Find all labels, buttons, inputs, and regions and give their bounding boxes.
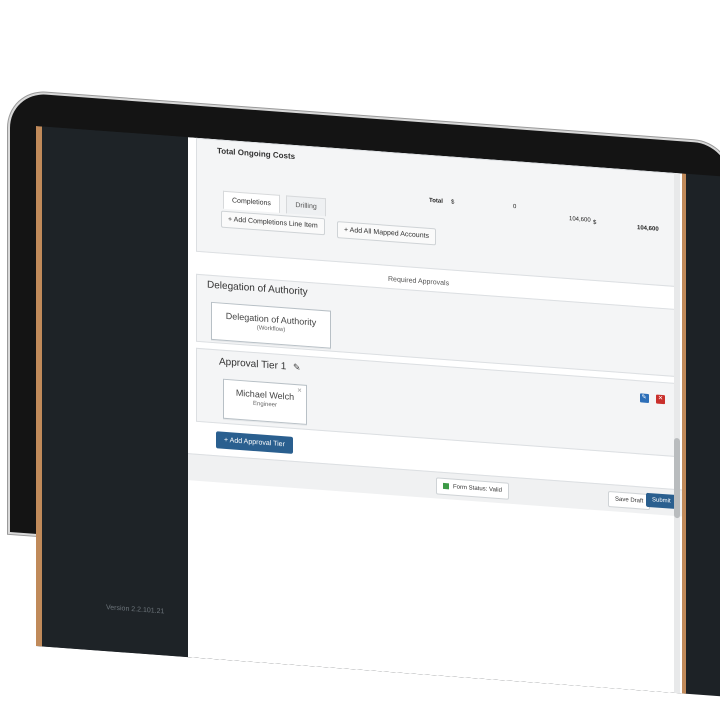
form-footer: Form Status: Valid Save Draft Submit — [188, 453, 682, 517]
total-value-3: 104,600 — [637, 225, 659, 233]
section-title: Total Ongoing Costs — [217, 146, 296, 162]
edit-icon[interactable]: ✎ — [639, 393, 649, 403]
submit-button[interactable]: Submit — [646, 492, 677, 510]
form-status: Form Status: Valid — [436, 477, 509, 500]
add-approval-tier-button[interactable]: + Add Approval Tier — [216, 431, 293, 454]
main-content: Total Ongoing Costs Completions Drilling… — [188, 137, 682, 694]
version-label: Version 2.2.101.21 — [106, 604, 165, 616]
add-all-mapped-accounts-button[interactable]: + Add All Mapped Accounts — [337, 221, 437, 246]
cost-tabs: Completions Drilling — [223, 189, 328, 217]
scrollbar-thumb[interactable] — [674, 437, 680, 519]
approval-tier-header: Approval Tier 1 ✎ — [219, 356, 301, 373]
delegation-card[interactable]: Delegation of Authority (Workflow) — [211, 301, 331, 349]
save-draft-button[interactable]: Save Draft — [608, 491, 651, 511]
approver-card[interactable]: ✕ Michael Welch Engineer — [223, 378, 307, 425]
tab-completions[interactable]: Completions — [223, 190, 280, 213]
screen-edge-right — [682, 173, 686, 694]
delegation-header: Delegation of Authority — [207, 279, 308, 298]
sidebar: Version 2.2.101.21 — [42, 126, 188, 658]
delete-icon[interactable]: ✕ — [656, 394, 665, 405]
required-approvals-label: Required Approvals — [388, 275, 450, 288]
total-value-1: 0 — [513, 204, 517, 211]
scrollbar[interactable] — [674, 172, 680, 694]
tab-drilling[interactable]: Drilling — [286, 195, 326, 217]
check-icon — [443, 482, 449, 490]
form-status-text: Form Status: Valid — [453, 484, 502, 494]
screen: Version 2.2.101.21 Total Ongoing Costs C… — [36, 126, 720, 708]
total-label: Total — [429, 197, 443, 205]
total-currency-2: $ — [593, 219, 597, 227]
approval-tier-title: Approval Tier 1 — [219, 356, 287, 373]
tier-actions: ✎ ✕ — [637, 385, 665, 405]
pencil-icon[interactable]: ✎ — [293, 362, 301, 373]
total-currency: $ — [451, 199, 455, 206]
remove-approver-icon[interactable]: ✕ — [297, 387, 302, 394]
total-value-2: 104,600 — [569, 216, 591, 224]
